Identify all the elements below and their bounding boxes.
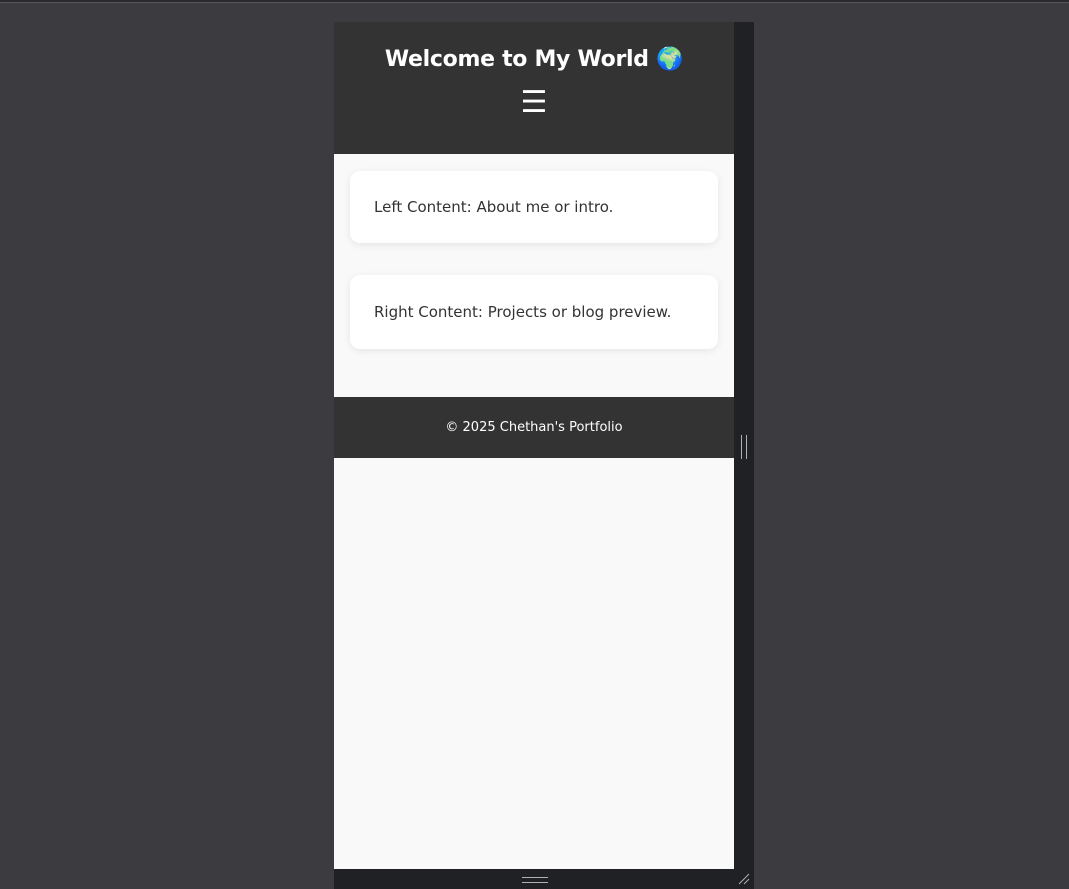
site-footer: © 2025 Chethan's Portfolio <box>334 397 734 458</box>
resize-handle-right[interactable] <box>741 435 747 459</box>
left-content-card: Left Content: About me or intro. <box>350 171 718 243</box>
resize-handle-bottom[interactable] <box>522 877 548 883</box>
ruler-bar <box>0 0 1069 3</box>
site-header: Welcome to My World 🌍 ☰ <box>334 22 734 154</box>
right-content-card: Right Content: Projects or blog preview. <box>350 275 718 349</box>
footer-text: © 2025 Chethan's Portfolio <box>445 420 623 435</box>
resize-corner-icon[interactable] <box>738 873 750 885</box>
responsive-device-frame: Welcome to My World 🌍 ☰ Left Content: Ab… <box>334 22 754 889</box>
left-content-text: Left Content: About me or intro. <box>374 198 614 216</box>
page-viewport: Welcome to My World 🌍 ☰ Left Content: Ab… <box>334 22 734 869</box>
right-content-text: Right Content: Projects or blog preview. <box>374 303 672 321</box>
hamburger-menu-icon[interactable]: ☰ <box>521 88 548 118</box>
main-content: Left Content: About me or intro. Right C… <box>334 154 734 365</box>
site-title: Welcome to My World 🌍 <box>384 47 684 72</box>
